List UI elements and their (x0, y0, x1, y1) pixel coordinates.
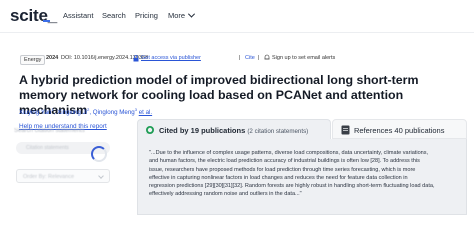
nav-pricing[interactable]: Pricing (135, 11, 158, 20)
references-label: References 40 publications (354, 126, 445, 135)
cited-count: 19 publications (190, 126, 246, 135)
cite-link[interactable]: Cite (245, 55, 255, 61)
nav-more-label: More (168, 11, 186, 20)
order-by-select[interactable]: Order By: Relevance (16, 169, 110, 183)
cited-prefix: Cited by (159, 126, 191, 135)
tab-cited-by[interactable]: Cited by 19 publications (2 citation sta… (137, 119, 331, 139)
publication-year: 2024 (46, 55, 58, 61)
filter-pill-text: Citation statements (26, 145, 69, 151)
nav-search[interactable]: Search (102, 11, 126, 20)
author-list: Xiuying Yan1, Xingxing Ji2, Qinglong Men… (19, 107, 153, 117)
author-sup: 2 (87, 107, 90, 112)
loading-spinner-icon (91, 146, 107, 162)
bell-icon[interactable] (264, 54, 270, 61)
nav-assistant[interactable]: Assistant (63, 11, 93, 20)
snippet-line: "...Due to the influence of complex usag… (149, 150, 429, 156)
chat-bubble-icon (146, 126, 154, 134)
email-alerts-link[interactable]: Sign up to set email alerts (272, 55, 335, 61)
order-by-text: Order By: Relevance (23, 174, 75, 180)
et-al-link[interactable]: et al. (139, 109, 152, 116)
year-text: 2024 (46, 55, 59, 61)
nav-more[interactable]: More (168, 10, 196, 20)
citation-snippet: "...Due to the influence of complex usag… (149, 149, 461, 199)
cited-by-label: Cited by 19 publications (2 citation sta… (159, 126, 308, 135)
lock-icon (133, 55, 139, 62)
tab-references[interactable]: References 40 publications (332, 119, 467, 139)
citation-statements-count: (2 citation statements) (247, 128, 309, 135)
citation-filter-panel: Search citation statements Citation stat… (10, 118, 130, 218)
author-sup: 1 (51, 107, 54, 112)
snippet-line: issue, researchers have proposed methods… (149, 166, 416, 173)
search-citations-label: Search citation statements (14, 128, 85, 134)
meta-separator: | (239, 55, 241, 61)
chevron-down-icon (98, 173, 104, 179)
logo-underscore-mark (43, 20, 50, 22)
author-sup: 3 (134, 107, 137, 112)
scite-logo[interactable]: scite_ (10, 6, 57, 26)
meta-separator-2: | (258, 55, 260, 61)
snippet-line: effectively addressing random noise and … (149, 191, 302, 198)
author-link[interactable]: Xiuying Yan (19, 109, 51, 116)
document-icon (341, 125, 350, 135)
chevron-down-icon (188, 10, 196, 18)
get-access-link[interactable]: Get access via publisher (141, 55, 201, 61)
top-navigation: scite_ Assistant Search Pricing More (0, 0, 474, 33)
snippet-line: and human factors, the electric load pre… (149, 158, 420, 165)
author-link[interactable]: Qinglong Meng (93, 109, 135, 116)
snippet-line: regression predictions [29][30][31][32].… (149, 183, 435, 190)
journal-badge: Energy (20, 55, 46, 65)
author-link[interactable]: Xingxing Ji (57, 109, 87, 116)
snippet-line: effective in capturing nonlinear factors… (149, 174, 408, 181)
